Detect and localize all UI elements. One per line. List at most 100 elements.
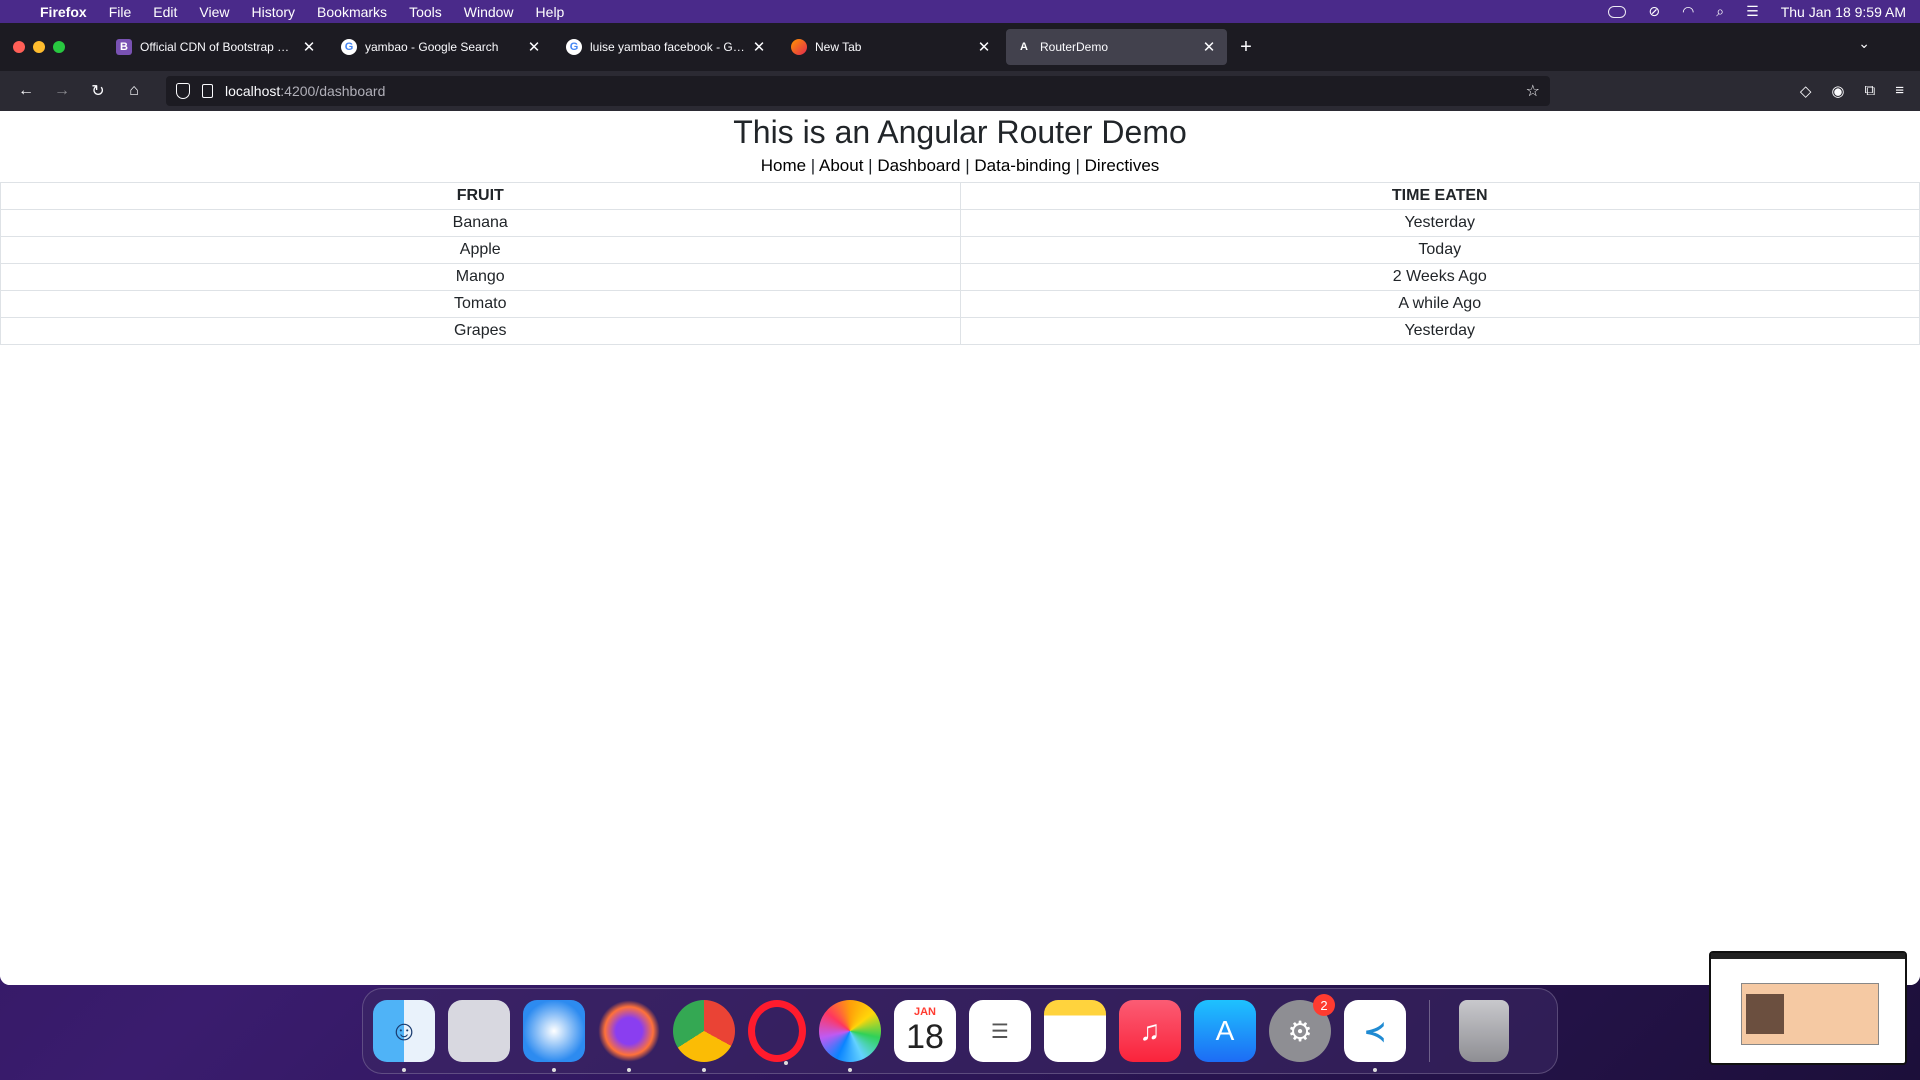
time-eaten-cell: A while Ago [959, 290, 1920, 318]
calendar-day: 18 [906, 1017, 944, 1056]
close-tab-icon[interactable]: ✕ [301, 38, 317, 56]
menubar-clock[interactable]: Thu Jan 18 9:59 AM [1781, 4, 1906, 20]
back-arrow-icon[interactable]: ← [8, 82, 44, 100]
creative-cloud-icon[interactable] [1608, 5, 1627, 18]
close-tab-icon[interactable]: ✕ [751, 38, 767, 56]
fruit-cell: Apple [0, 236, 961, 264]
pocket-icon[interactable]: ◇ [1800, 82, 1812, 100]
menu-history[interactable]: History [251, 4, 295, 20]
tab-strip: B Official CDN of Bootstrap and F ✕ G ya… [0, 23, 1920, 71]
running-indicator [1373, 1068, 1377, 1072]
menu-edit[interactable]: Edit [153, 4, 177, 20]
reminders-icon[interactable]: ☰ [969, 1000, 1031, 1062]
firefox-icon[interactable] [598, 1000, 660, 1072]
running-indicator [627, 1068, 631, 1072]
browser-window: B Official CDN of Bootstrap and F ✕ G ya… [0, 23, 1920, 985]
new-tab-plus-icon[interactable]: + [1231, 36, 1261, 59]
reload-icon[interactable]: ↻ [80, 81, 116, 101]
status-area: ⊘ ◠ ⌕ ☰ Thu Jan 18 9:59 AM [1608, 3, 1906, 20]
fruit-cell: Tomato [0, 290, 961, 318]
zoom-window-button[interactable] [53, 41, 65, 53]
settings-badge: 2 [1313, 994, 1335, 1016]
nav-link-data-binding[interactable]: Data-binding [974, 156, 1070, 175]
table-row: Tomato A while Ago [0, 290, 1920, 318]
tab-bootstrap-cdn[interactable]: B Official CDN of Bootstrap and F ✕ [106, 29, 327, 65]
nav-link-home[interactable]: Home [761, 156, 806, 175]
menu-file[interactable]: File [109, 4, 132, 20]
menu-help[interactable]: Help [536, 4, 565, 20]
tab-yambao-search[interactable]: G yambao - Google Search ✕ [331, 29, 552, 65]
nav-link-about[interactable]: About [819, 156, 863, 175]
wifi-icon[interactable]: ◠ [1682, 3, 1694, 20]
vscode-icon[interactable]: ≺ [1344, 1000, 1406, 1072]
toolbar-right: ◇ ◉ ⧉ ≡ [1800, 82, 1912, 100]
time-eaten-cell: Yesterday [959, 317, 1920, 345]
close-tab-icon[interactable]: ✕ [526, 38, 542, 56]
running-indicator [552, 1068, 556, 1072]
control-center-icon[interactable]: ☰ [1746, 3, 1759, 20]
close-window-button[interactable] [13, 41, 25, 53]
table-row: Banana Yesterday [0, 209, 1920, 237]
running-indicator [702, 1068, 706, 1072]
tab-luise-yambao-facebook[interactable]: G luise yambao facebook - Google ✕ [556, 29, 777, 65]
home-icon[interactable]: ⌂ [116, 82, 152, 100]
notifications-off-icon[interactable]: ⊘ [1648, 3, 1660, 20]
tab-title: luise yambao facebook - Google [590, 40, 745, 54]
hamburger-menu-icon[interactable]: ≡ [1895, 82, 1904, 100]
tracking-protection-shield-icon[interactable] [176, 83, 190, 99]
header-fruit: FRUIT [0, 182, 961, 210]
bookmark-star-icon[interactable]: ☆ [1526, 81, 1540, 101]
firefox-icon [791, 39, 807, 55]
router-nav: Home | About | Dashboard | Data-binding … [0, 156, 1920, 180]
launchpad-icon[interactable] [448, 1000, 510, 1062]
extensions-puzzle-icon[interactable]: ⧉ [1865, 82, 1876, 100]
tab-new-tab[interactable]: New Tab ✕ [781, 29, 1002, 65]
nav-link-dashboard[interactable]: Dashboard [877, 156, 960, 175]
minimize-window-button[interactable] [33, 41, 45, 53]
time-eaten-cell: Yesterday [959, 209, 1920, 237]
music-icon[interactable]: ♫ [1119, 1000, 1181, 1062]
macos-menubar: Firefox File Edit View History Bookmarks… [0, 0, 1920, 23]
app-store-icon[interactable]: A [1194, 1000, 1256, 1062]
opera-icon[interactable] [748, 1000, 806, 1065]
fruit-table: FRUIT TIME EATEN Banana Yesterday Apple … [0, 182, 1920, 345]
thumbnail-profile-card [1741, 983, 1879, 1045]
table-row: Apple Today [0, 236, 1920, 264]
google-icon: G [341, 39, 357, 55]
url-path: :4200/dashboard [280, 83, 386, 99]
menu-window[interactable]: Window [464, 4, 514, 20]
close-tab-icon[interactable]: ✕ [976, 38, 992, 56]
menu-app-name[interactable]: Firefox [40, 4, 87, 20]
address-bar[interactable]: localhost :4200/dashboard ☆ [166, 76, 1550, 106]
notes-icon[interactable] [1044, 1000, 1106, 1062]
spotlight-search-icon[interactable]: ⌕ [1716, 3, 1724, 20]
macos-dock: ☺ JAN 18 ☰ ♫ A ⚙ 2 ≺ [362, 988, 1558, 1074]
photos-icon[interactable] [819, 1000, 881, 1072]
forward-arrow-icon[interactable]: → [44, 82, 80, 100]
fruit-cell: Grapes [0, 317, 961, 345]
calendar-icon[interactable]: JAN 18 [894, 1000, 956, 1062]
menu-view[interactable]: View [199, 4, 229, 20]
tab-routerdemo[interactable]: A RouterDemo ✕ [1006, 29, 1227, 65]
time-eaten-cell: 2 Weeks Ago [959, 263, 1920, 291]
page-info-icon[interactable] [202, 84, 213, 98]
menu-bookmarks[interactable]: Bookmarks [317, 4, 387, 20]
screenshot-thumbnail[interactable] [1709, 951, 1907, 1065]
dock-separator [1429, 1000, 1430, 1062]
close-tab-icon[interactable]: ✕ [1201, 38, 1217, 56]
menu-tools[interactable]: Tools [409, 4, 442, 20]
list-all-tabs-chevron-icon[interactable]: ⌄ [1858, 35, 1870, 52]
page-content: This is an Angular Router Demo Home | Ab… [0, 111, 1920, 985]
trash-icon[interactable] [1459, 1000, 1509, 1062]
safari-icon[interactable] [523, 1000, 585, 1072]
table-header-row: FRUIT TIME EATEN [0, 182, 1920, 210]
url-host: localhost [225, 83, 281, 99]
account-icon[interactable]: ◉ [1831, 82, 1844, 100]
navigation-toolbar: ← → ↻ ⌂ localhost :4200/dashboard ☆ ◇ ◉ … [0, 71, 1920, 111]
window-controls [0, 41, 106, 53]
chrome-icon[interactable] [673, 1000, 735, 1072]
nav-link-directives[interactable]: Directives [1085, 156, 1160, 175]
finder-icon[interactable]: ☺ [373, 1000, 435, 1072]
tab-title: yambao - Google Search [365, 40, 499, 54]
system-settings-icon[interactable]: ⚙ 2 [1269, 994, 1335, 1062]
